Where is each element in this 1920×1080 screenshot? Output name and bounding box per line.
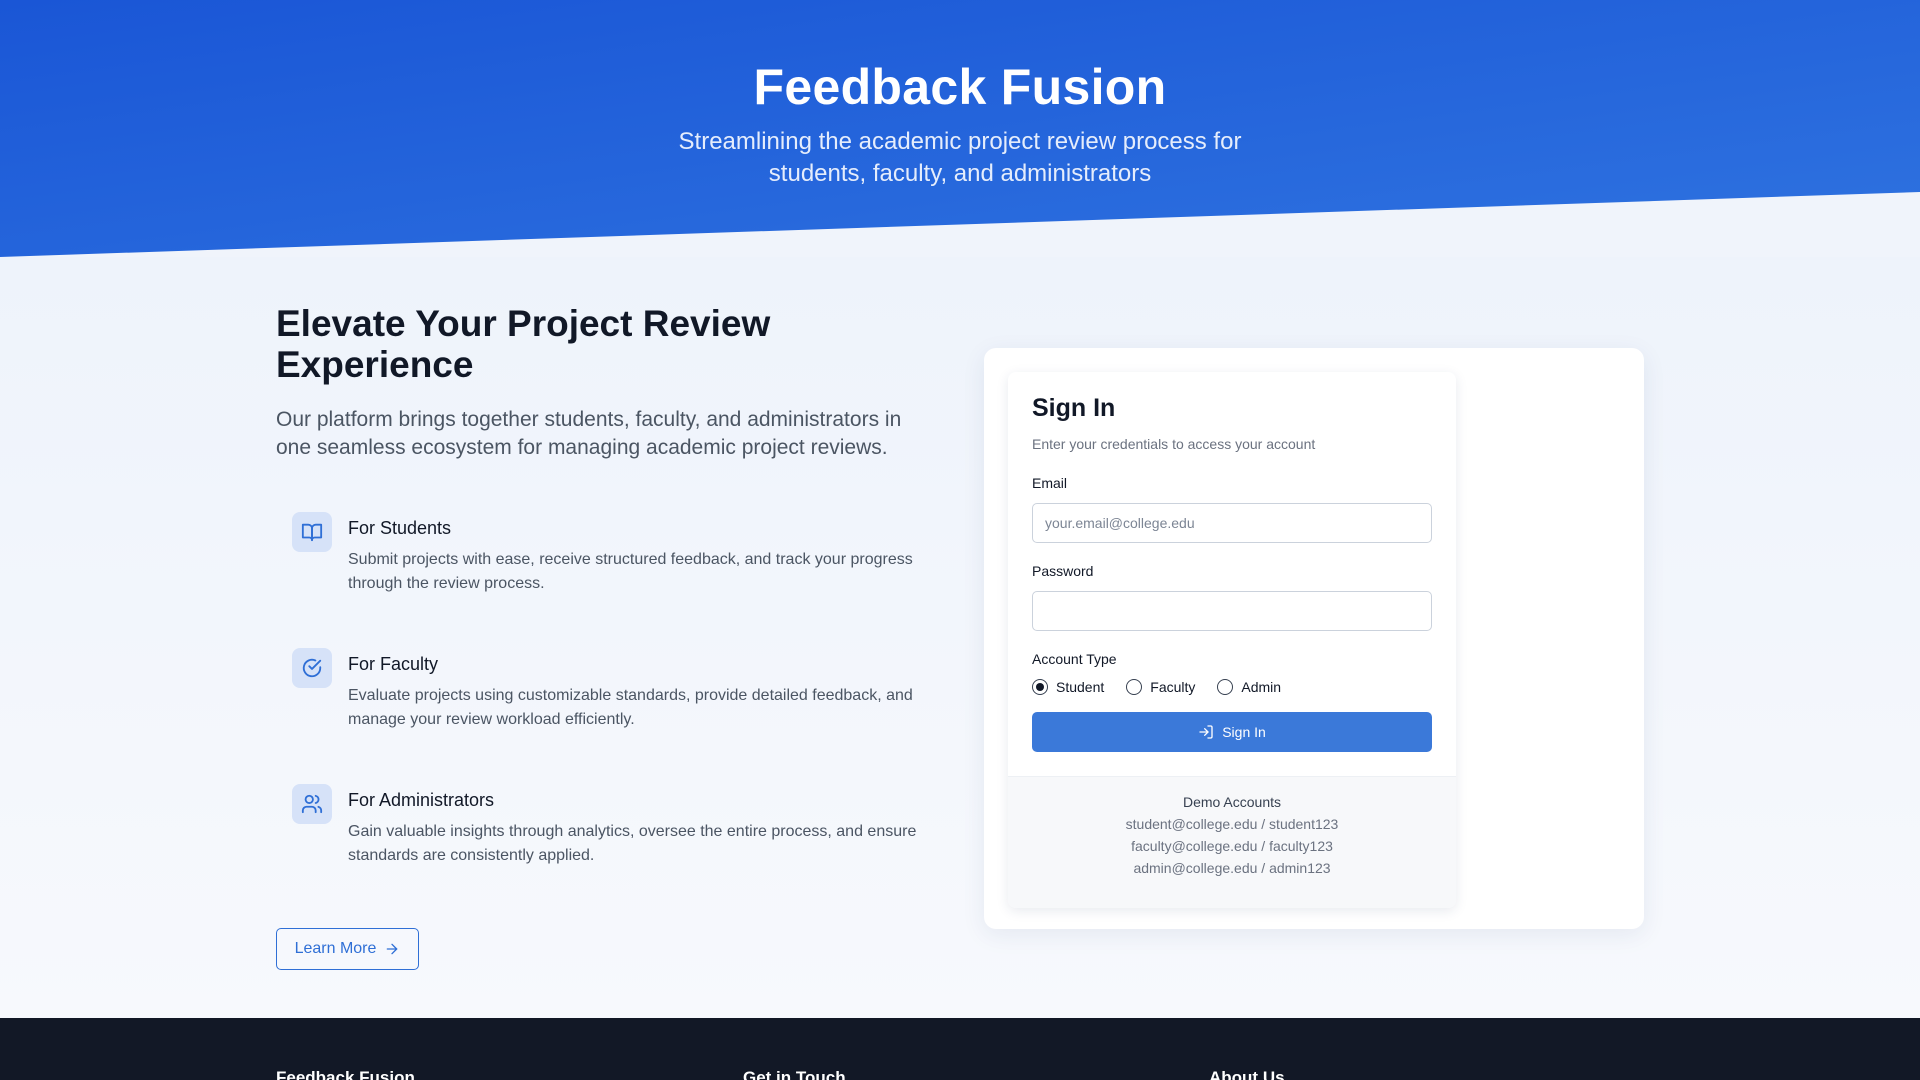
- learn-more-button[interactable]: Learn More: [276, 928, 419, 970]
- intro-headline-line-1: Elevate Your Project Review: [276, 303, 771, 344]
- book-open-icon: [292, 512, 332, 552]
- radio-admin[interactable]: Admin: [1217, 679, 1281, 695]
- app-tagline-line-2: students, faculty, and administrators: [768, 160, 1152, 187]
- signin-panel: Sign In Enter your credentials to access…: [984, 348, 1644, 929]
- intro-headline-line-2: Experience: [276, 344, 474, 385]
- app-tagline: Streamlining the academic project review…: [0, 126, 1920, 190]
- check-circle-icon: [292, 648, 332, 688]
- footer-heading-brand: Feedback Fusion: [276, 1068, 415, 1080]
- radio-button-selected[interactable]: [1032, 679, 1048, 695]
- account-type-group: Student Faculty Admin: [1032, 677, 1303, 697]
- users-icon: [292, 784, 332, 824]
- app-title: Feedback Fusion: [753, 59, 1167, 115]
- signin-title: Sign In: [1032, 394, 1116, 422]
- log-in-icon: [1199, 725, 1213, 739]
- footer-heading-about: About Us: [1209, 1068, 1285, 1080]
- email-label: Email: [1032, 475, 1068, 491]
- sign-in-label: Sign In: [1222, 724, 1266, 740]
- email-field[interactable]: [1032, 503, 1432, 543]
- radio-label: Faculty: [1150, 679, 1196, 695]
- footer: Feedback Fusion Get in Touch About Us: [0, 1018, 1920, 1080]
- feature-title: For Students: [348, 518, 452, 538]
- radio-student[interactable]: Student: [1032, 679, 1104, 695]
- feature-title: For Administrators: [348, 790, 495, 810]
- demo-accounts-title: Demo Accounts: [1182, 794, 1282, 810]
- password-label: Password: [1032, 563, 1094, 579]
- feature-title: For Faculty: [348, 654, 439, 674]
- radio-button[interactable]: [1217, 679, 1234, 695]
- signin-card: Sign In Enter your credentials to access…: [1008, 372, 1456, 908]
- account-type-label: Account Type: [1032, 651, 1117, 667]
- feature-description: Submit projects with ease, receive struc…: [348, 551, 913, 592]
- app-tagline-line-1: Streamlining the academic project review…: [678, 128, 1242, 155]
- radio-button[interactable]: [1126, 679, 1143, 695]
- feature-description: Evaluate projects using customizable sta…: [348, 687, 913, 728]
- password-field[interactable]: [1032, 591, 1432, 631]
- intro-lead: Our platform brings together students, f…: [276, 408, 902, 459]
- radio-faculty[interactable]: Faculty: [1126, 679, 1195, 695]
- main-section: Elevate Your Project Review Experience O…: [0, 257, 1920, 1018]
- learn-more-label: Learn More: [294, 940, 377, 957]
- demo-account-admin: admin@college.edu / admin123: [1133, 860, 1331, 876]
- intro-headline: Elevate Your Project Review Experience: [276, 303, 836, 385]
- hero-banner: Feedback Fusion Streamlining the academi…: [0, 0, 1920, 257]
- feature-description: Gain valuable insights through analytics…: [348, 823, 917, 864]
- footer-heading-contact: Get in Touch: [743, 1068, 846, 1080]
- demo-accounts: Demo Accounts student@college.edu / stud…: [1008, 776, 1456, 908]
- arrow-right-icon: [387, 943, 398, 955]
- signin-subtitle: Enter your credentials to access your ac…: [1032, 436, 1316, 452]
- demo-account-faculty: faculty@college.edu / faculty123: [1131, 838, 1333, 854]
- demo-account-student: student@college.edu / student123: [1125, 816, 1339, 832]
- radio-label: Student: [1056, 679, 1105, 695]
- sign-in-button[interactable]: Sign In: [1032, 712, 1432, 752]
- radio-label: Admin: [1241, 679, 1282, 695]
